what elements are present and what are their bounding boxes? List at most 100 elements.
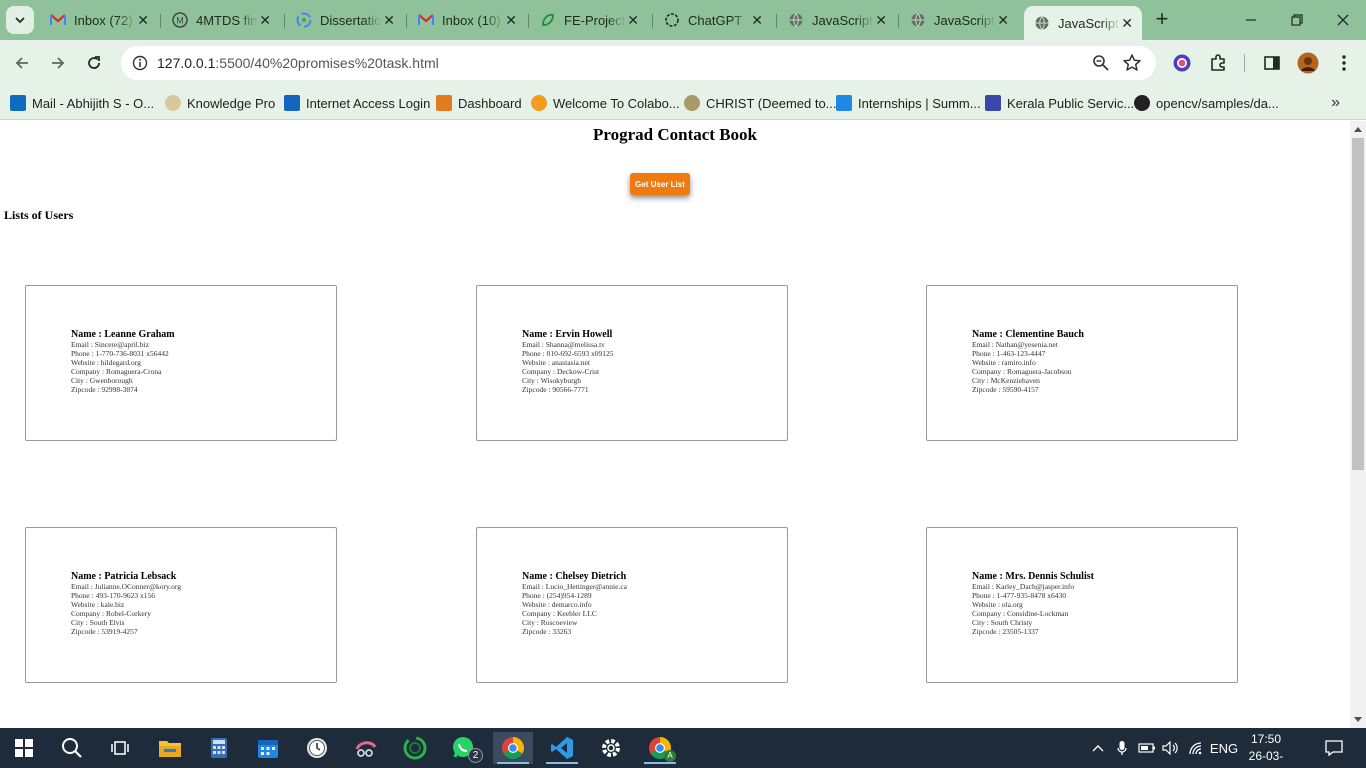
minimize-button[interactable] [1228, 0, 1274, 40]
tab-title: JavaScript [934, 12, 995, 28]
user-company: Company : Keebler LLC [522, 609, 597, 618]
bookmark-label: Kerala Public Servic... [1007, 95, 1135, 111]
notification-badge: 2 [468, 748, 483, 763]
outlook-icon [10, 95, 26, 111]
taskbar-search[interactable] [52, 732, 92, 764]
taskbar-calculator[interactable] [199, 732, 239, 764]
tab-inbox-1[interactable]: Inbox (72) ✕ [40, 6, 158, 34]
back-button[interactable] [7, 48, 37, 78]
tab-dissertation[interactable]: Dissertatio ✕ [286, 6, 404, 34]
user-company: Company : Robel-Corkery [71, 609, 151, 618]
close-icon[interactable]: ✕ [626, 12, 640, 28]
bookmark-star-icon[interactable] [1122, 53, 1142, 73]
microphone-tray[interactable] [1112, 728, 1132, 768]
arrow-right-icon [52, 57, 65, 69]
user-name: Name : Chelsey Dietrich [522, 571, 627, 582]
user-phone: Phone : (254)954-1289 [522, 591, 592, 600]
tab-chatgpt[interactable]: ChatGPT ✕ [654, 6, 772, 34]
user-card: Name : Patricia Lebsack Email : Julianne… [25, 527, 337, 683]
taskbar-settings[interactable] [591, 732, 631, 764]
notification-center[interactable] [1320, 728, 1348, 768]
close-window-button[interactable] [1320, 0, 1366, 40]
bookmark-dashboard[interactable]: Dashboard [436, 93, 522, 113]
close-icon[interactable]: ✕ [750, 12, 764, 28]
reload-button[interactable] [79, 48, 109, 78]
bookmark-knowledge-pro[interactable]: Knowledge Pro [165, 93, 275, 113]
restore-button[interactable] [1274, 0, 1320, 40]
user-card: Name : Clementine Bauch Email : Nathan@y… [926, 285, 1238, 441]
profile-avatar[interactable] [1297, 52, 1319, 74]
tab-inbox-2[interactable]: Inbox (10) ✕ [408, 6, 526, 34]
user-website: Website : hildegard.org [71, 358, 141, 367]
taskbar-snipping-tool[interactable] [346, 732, 386, 764]
bookmark-colab[interactable]: Welcome To Colabo... [531, 93, 680, 113]
bookmark-label: Knowledge Pro [187, 95, 276, 111]
bookmark-internet-access[interactable]: Internet Access Login [284, 93, 430, 113]
extensions-icon[interactable] [1207, 52, 1229, 74]
christ-icon [684, 95, 700, 111]
bookmark-kerala-psc[interactable]: Kerala Public Servic... [985, 93, 1134, 113]
taskbar-clock-app[interactable] [297, 732, 337, 764]
address-bar[interactable]: 127.0.0.1:5500/40%20promises%20task.html [121, 46, 1156, 80]
url-path: :5500/40%20promises%20task.html [215, 55, 439, 71]
bookmark-christ[interactable]: CHRIST (Deemed to... [684, 93, 837, 113]
taskbar-calendar[interactable] [248, 732, 288, 764]
url-text[interactable]: 127.0.0.1:5500/40%20promises%20task.html [157, 55, 439, 71]
user-name: Name : Leanne Graham [71, 329, 175, 340]
start-button[interactable] [4, 732, 44, 764]
scrollbar-thumb[interactable] [1352, 138, 1364, 470]
tab-separator [160, 14, 161, 28]
close-icon[interactable]: ✕ [996, 12, 1010, 28]
color-extension-icon[interactable] [1171, 52, 1193, 74]
show-hidden-icons[interactable] [1088, 728, 1108, 768]
site-info-icon[interactable] [131, 54, 149, 72]
bookmark-opencv[interactable]: opencv/samples/da... [1134, 93, 1279, 113]
tab-title: JavaScript [812, 12, 873, 28]
close-icon[interactable]: ✕ [136, 12, 150, 28]
bookmarks-overflow-icon[interactable]: » [1331, 94, 1340, 112]
scroll-up-icon[interactable] [1354, 127, 1362, 132]
user-company: Company : Considine-Lockman [972, 609, 1069, 618]
user-city: City : Wisokyburgh [522, 376, 582, 385]
menu-kebab-icon[interactable] [1333, 52, 1355, 74]
refresh-circle-icon [403, 736, 427, 760]
tab-search-button[interactable] [6, 6, 34, 34]
taskbar-vscode[interactable] [542, 732, 582, 764]
close-icon[interactable]: ✕ [382, 12, 396, 28]
tab-title: FE-Project [564, 12, 626, 28]
page-scrollbar[interactable] [1350, 121, 1366, 728]
get-user-list-button[interactable]: Get User List [630, 173, 690, 195]
tab-title: ChatGPT [688, 12, 743, 28]
scroll-down-icon[interactable] [1354, 717, 1362, 722]
network-tray[interactable] [1185, 728, 1207, 768]
tab-4mtds[interactable]: M 4MTDS fin ✕ [162, 6, 280, 34]
battery-tray[interactable] [1136, 728, 1158, 768]
chatgpt-icon [664, 12, 680, 28]
taskbar-file-explorer[interactable] [150, 732, 190, 764]
system-clock[interactable]: 17:50 26-03-2024 [1236, 731, 1296, 768]
taskbar-app-green[interactable] [395, 732, 435, 764]
taskbar-chrome-active[interactable] [493, 732, 533, 764]
tab-separator [406, 14, 407, 28]
close-icon[interactable]: ✕ [874, 12, 888, 28]
close-icon[interactable]: ✕ [258, 12, 272, 28]
tab-javascript-2[interactable]: JavaScript ✕ [900, 6, 1018, 34]
side-panel-icon[interactable] [1261, 52, 1283, 74]
bookmark-mail[interactable]: Mail - Abhijith S - O... [10, 93, 154, 113]
tab-fe-project[interactable]: FE-Project ✕ [530, 6, 648, 34]
close-icon[interactable]: ✕ [1120, 15, 1134, 31]
new-tab-button[interactable]: + [1150, 8, 1174, 32]
user-zipcode: Zipcode : 92998-3874 [71, 385, 138, 394]
taskbar-whatsapp[interactable]: 2 [444, 732, 484, 764]
tab-javascript-1[interactable]: JavaScript ✕ [778, 6, 896, 34]
task-view-button[interactable] [100, 732, 140, 764]
taskbar-chrome-profile[interactable]: A [640, 732, 680, 764]
zoom-icon[interactable] [1092, 54, 1110, 72]
tab-javascript-active[interactable]: JavaScript ✕ [1024, 6, 1142, 40]
forward-button[interactable] [43, 48, 73, 78]
bookmark-internshala[interactable]: Internships | Summ... [836, 93, 981, 113]
volume-tray[interactable] [1160, 728, 1182, 768]
close-icon[interactable]: ✕ [504, 12, 518, 28]
globe-icon [910, 12, 926, 28]
tab-title: Dissertatio [320, 12, 382, 28]
